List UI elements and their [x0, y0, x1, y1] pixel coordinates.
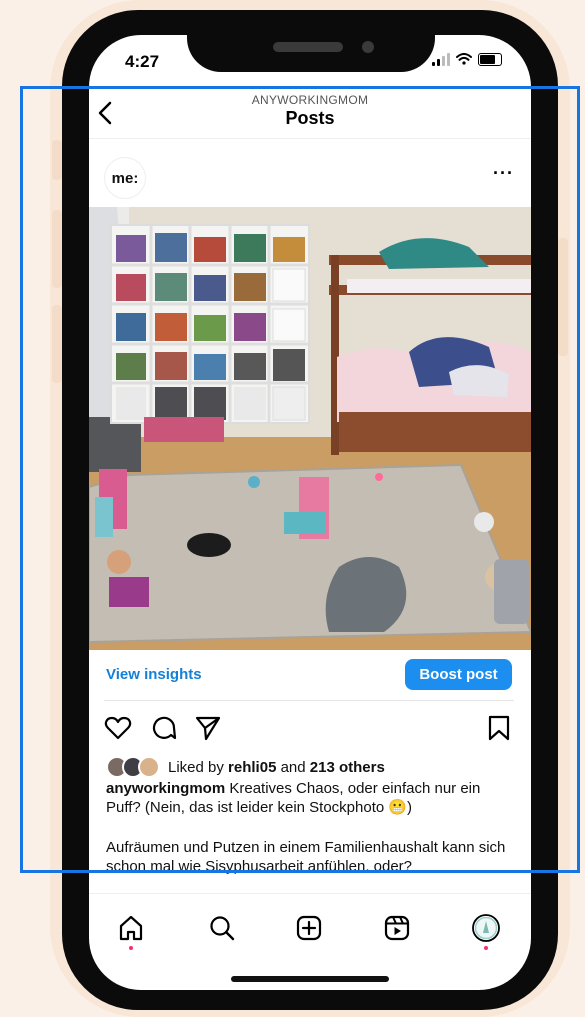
- avatar[interactable]: me:: [104, 157, 146, 199]
- profile-notification-dot: [484, 946, 488, 950]
- side-button-mute: [52, 140, 62, 180]
- post-caption: anyworkingmom Kreatives Chaos, oder einf…: [106, 779, 518, 817]
- likes-others[interactable]: 213 others: [310, 759, 385, 776]
- profile-icon[interactable]: [471, 913, 501, 943]
- comment-icon[interactable]: [150, 714, 178, 742]
- post-photo[interactable]: [89, 207, 531, 650]
- reels-icon[interactable]: [382, 913, 412, 943]
- likes-row: Liked by rehli05 and 213 others: [106, 756, 385, 778]
- tab-bar-divider: [89, 893, 531, 894]
- signal-icon: [432, 52, 450, 66]
- status-time: 4:27: [125, 52, 160, 71]
- heart-icon[interactable]: [104, 714, 132, 742]
- home-icon[interactable]: [116, 913, 146, 943]
- bookmark-icon[interactable]: [485, 714, 513, 742]
- send-icon[interactable]: [194, 714, 222, 742]
- header-divider: [89, 138, 531, 139]
- likes-prefix: Liked by: [168, 758, 224, 776]
- likes-connector: and: [280, 758, 306, 776]
- notch: [187, 10, 435, 72]
- speaker: [273, 42, 343, 52]
- home-indicator: [231, 976, 389, 982]
- chevron-left-icon[interactable]: [94, 100, 120, 126]
- view-insights-link[interactable]: View insights: [106, 666, 202, 683]
- front-camera: [362, 41, 374, 53]
- wifi-icon: [456, 53, 472, 65]
- status-icons: [432, 52, 502, 66]
- side-button-volume-down: [52, 305, 62, 383]
- liker-avatars: [106, 756, 160, 778]
- caption-fade: [89, 870, 531, 890]
- battery-icon: [478, 52, 502, 66]
- side-button-power: [558, 238, 568, 356]
- search-icon[interactable]: [207, 913, 237, 943]
- plus-square-icon[interactable]: [294, 913, 324, 943]
- page-title: Posts: [285, 108, 335, 128]
- boost-post-button[interactable]: Boost post: [405, 659, 512, 690]
- home-notification-dot: [129, 946, 133, 950]
- more-options-button[interactable]: ···: [493, 163, 514, 184]
- caption-author[interactable]: anyworkingmom: [106, 780, 225, 797]
- actions-divider: [104, 700, 514, 701]
- side-button-volume-up: [52, 210, 62, 288]
- liker-avatar: [138, 756, 160, 778]
- header-username: ANYWORKINGMOM: [251, 93, 369, 107]
- likes-user[interactable]: rehli05: [228, 759, 276, 776]
